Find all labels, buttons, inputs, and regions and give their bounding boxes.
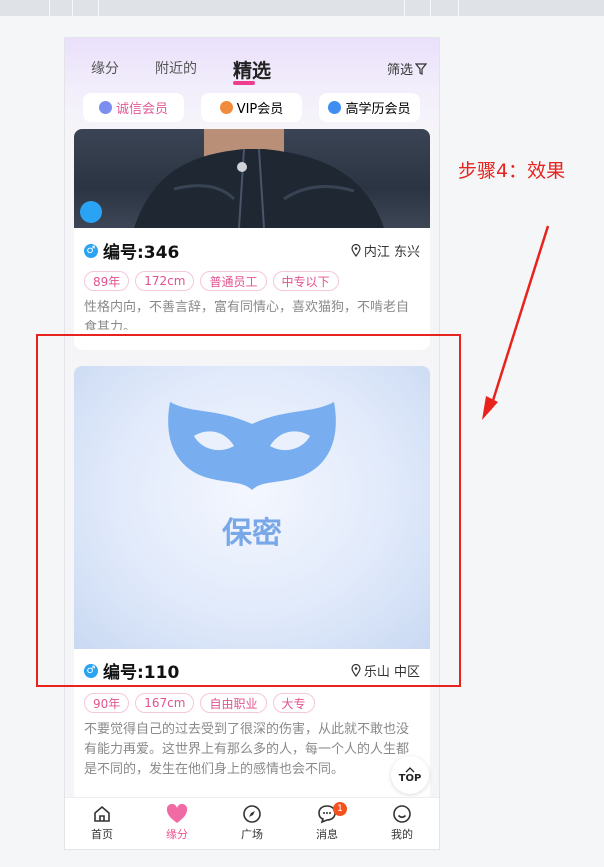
location-pin-icon: [351, 244, 361, 257]
profile-id-row: ♂ 编号:346: [84, 238, 179, 263]
browser-top-strip: [0, 0, 604, 16]
nav-home[interactable]: 首页: [72, 804, 132, 842]
chip-credit-member[interactable]: 诚信会员: [83, 93, 184, 122]
tag: 90年: [84, 693, 130, 713]
male-icon: ♂: [84, 243, 98, 258]
filter-button[interactable]: 筛选: [387, 59, 427, 78]
filter-label: 筛选: [386, 63, 413, 78]
filter-icon: [415, 62, 427, 75]
annotation-label: 步骤4：效果: [458, 160, 566, 182]
tab-nearby[interactable]: 附近的: [155, 58, 197, 78]
tag-list: 89年 172cm 普通员工 中专以下: [84, 271, 339, 291]
tab-yuanfen[interactable]: 缘分: [91, 58, 119, 78]
tag: 89年: [84, 271, 130, 291]
chip-educated-member[interactable]: 高学历会员: [319, 93, 420, 122]
profile-bio: 性格内向，不善言辞，富有同情心，喜欢猫狗，不啃老自食其力。: [84, 300, 410, 330]
home-icon: [94, 805, 110, 822]
profile-card[interactable]: ♂ 编号:346 内江 东兴 89年 172cm 普通员工 中专以下 性格内向，…: [74, 129, 430, 350]
nav-label: 广场: [241, 828, 263, 841]
user-icon: [393, 805, 411, 823]
nav-messages[interactable]: 1 消息: [297, 802, 357, 842]
back-to-top-button[interactable]: TOP: [391, 756, 429, 794]
chip-label: VIP会员: [236, 102, 284, 117]
highlight-box: [36, 334, 461, 687]
tag: 普通员工: [200, 271, 267, 291]
gem-icon: [328, 101, 342, 114]
top-header: 缘分 附近的 精选 筛选 诚信会员 VIP会员 高学历会员: [65, 38, 439, 130]
jacket-photo-illustration: [134, 129, 384, 229]
bottom-nav: 首页 缘分 广场 1 消息 我的: [65, 797, 439, 849]
tag: 中专以下: [272, 271, 339, 291]
nav-label: 消息: [316, 828, 338, 841]
nav-mine[interactable]: 我的: [372, 804, 432, 842]
nav-square[interactable]: 广场: [222, 804, 282, 842]
profile-bio: 不要觉得自己的过去受到了很深的伤害，从此就不敢也没有能力再爱。这世界上有那么多的…: [84, 722, 410, 777]
nav-yuanfen[interactable]: 缘分: [147, 804, 207, 842]
tag: 大专: [272, 693, 315, 713]
location: 内江 东兴: [351, 241, 420, 260]
tag: 自由职业: [200, 693, 267, 713]
tag: 167cm: [135, 693, 195, 713]
nav-label: 首页: [91, 828, 113, 841]
location-text: 内江 东兴: [363, 245, 420, 260]
medal-icon: [98, 101, 112, 114]
heart-icon: [166, 804, 188, 823]
diamond-icon: [219, 101, 233, 114]
tag: 172cm: [135, 271, 195, 291]
profile-photo: [74, 129, 430, 229]
tag-list: 90年 167cm 自由职业 大专: [84, 693, 315, 713]
chip-vip-member[interactable]: VIP会员: [201, 93, 302, 122]
nav-label: 我的: [391, 828, 413, 841]
profile-id: 编号:346: [103, 243, 180, 263]
tab-featured[interactable]: 精选: [233, 56, 271, 83]
unread-badge: 1: [333, 802, 347, 816]
compass-icon: [243, 805, 261, 823]
chip-label: 诚信会员: [115, 102, 168, 117]
arrow-icon: [482, 225, 550, 420]
nav-label: 缘分: [166, 828, 188, 841]
verified-badge-icon: [80, 201, 102, 223]
active-tab-indicator: [233, 81, 255, 85]
chip-label: 高学历会员: [345, 102, 411, 117]
back-to-top-label: TOP: [398, 772, 422, 784]
